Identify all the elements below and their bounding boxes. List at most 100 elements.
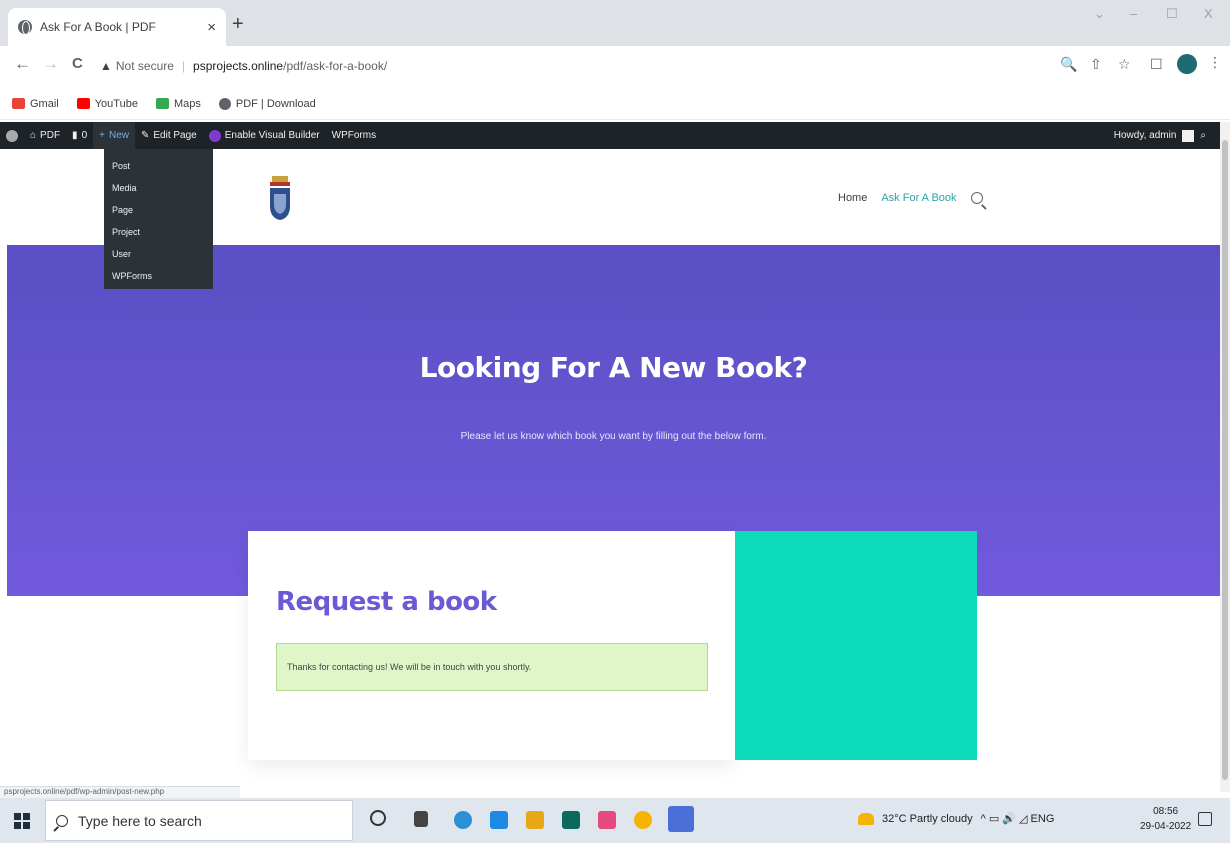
wp-admin-bar: ⌂ PDF ▮ 0 + New ✎ Edit Page Enable Visua… (0, 122, 1230, 149)
edge-icon[interactable] (454, 811, 472, 829)
bookmark-star-icon[interactable]: ☆ (1118, 56, 1131, 73)
browser-tab[interactable]: Ask For A Book | PDF × (8, 8, 226, 46)
new-tab-button[interactable]: + (232, 14, 244, 34)
clock-date: 29-04-2022 (1140, 821, 1192, 832)
bookmark-label: Maps (173, 97, 201, 110)
task-view-icon[interactable] (414, 811, 428, 827)
windows-start-icon[interactable] (14, 813, 30, 829)
comment-icon: ▮ (72, 130, 78, 141)
side-panel-icon[interactable]: ☐ (1150, 56, 1163, 73)
site-logo[interactable] (266, 174, 294, 222)
wpforms-label: WPForms (331, 130, 377, 141)
search-icon[interactable]: ⌕ (1200, 130, 1206, 141)
new-label: New (108, 130, 129, 141)
new-post-item[interactable]: Post (104, 155, 213, 177)
menu-icon[interactable]: ⋮ (1208, 54, 1222, 71)
visual-builder-label: Enable Visual Builder (224, 130, 320, 141)
new-content-menu[interactable]: + New (93, 122, 135, 149)
tab-close-icon[interactable]: × (207, 19, 216, 36)
plus-icon: + (99, 130, 105, 141)
new-page-item[interactable]: Page (104, 199, 213, 221)
clock-time: 08:56 (1153, 806, 1179, 817)
store-icon[interactable] (562, 811, 580, 829)
weather-icon[interactable] (858, 812, 874, 825)
wordpress-icon (6, 129, 18, 142)
my-account-menu[interactable]: Howdy, admin ⌕ (1114, 122, 1206, 149)
maps-icon (155, 98, 169, 109)
hero-title: Looking For A New Book? (419, 351, 808, 384)
tray-icons[interactable]: ^ ▭ 🔊 ◿ ENG (981, 812, 1055, 825)
site-nav: Home Ask For A Book (838, 192, 983, 204)
reload-button[interactable]: C (72, 54, 83, 74)
form-success-message: Thanks for contacting us! We will be in … (276, 643, 708, 691)
howdy-label: Howdy, admin (1113, 130, 1177, 141)
wpforms-menu[interactable]: WPForms (326, 122, 382, 149)
photos-icon[interactable] (598, 811, 616, 829)
bookmark-gmail[interactable]: Gmail (12, 98, 59, 110)
minimize-button[interactable]: – (1130, 6, 1137, 21)
search-icon (56, 814, 68, 827)
forward-button[interactable]: → (42, 54, 59, 74)
taskbar-clock[interactable]: 08:56 29-04-2022 (1140, 804, 1191, 834)
visual-builder-link[interactable]: Enable Visual Builder (203, 122, 326, 149)
bookmark-pdf-download[interactable]: PDF | Download (218, 97, 316, 110)
mail-icon[interactable] (490, 811, 508, 829)
nav-home-link[interactable]: Home (838, 192, 867, 204)
warning-icon: ▲ (100, 59, 112, 73)
taskbar-search-box[interactable]: Type here to search (45, 800, 353, 841)
bookmark-label: PDF | Download (235, 97, 316, 110)
wp-logo-menu[interactable] (0, 122, 24, 149)
back-button[interactable]: ← (14, 54, 31, 74)
system-tray: 32°C Partly cloudy ^ ▭ 🔊 ◿ ENG (858, 812, 1054, 825)
search-icon[interactable] (970, 192, 983, 204)
new-content-dropdown: Post Media Page Project User WPForms (104, 149, 213, 289)
success-text: Thanks for contacting us! We will be in … (287, 662, 532, 672)
edit-page-label: Edit Page (153, 130, 197, 141)
new-project-item[interactable]: Project (104, 221, 213, 243)
notification-icon[interactable] (1198, 812, 1212, 826)
url-path: /pdf/ask-for-a-book/ (283, 59, 388, 73)
site-name-menu[interactable]: ⌂ PDF (24, 122, 66, 149)
profile-avatar[interactable] (1177, 54, 1197, 74)
edit-page-link[interactable]: ✎ Edit Page (135, 122, 203, 149)
tab-title: Ask For A Book | PDF (40, 20, 156, 34)
new-media-item[interactable]: Media (104, 177, 213, 199)
app-active-icon[interactable] (668, 806, 694, 832)
comments-count: 0 (81, 130, 88, 141)
tab-search-chevron-icon[interactable]: ⌄ (1094, 6, 1105, 22)
url-separator: | (181, 59, 186, 73)
weather-text[interactable]: 32°C Partly cloudy (882, 813, 973, 825)
file-explorer-icon[interactable] (526, 811, 544, 829)
cortana-icon[interactable] (370, 810, 386, 826)
chrome-icon[interactable] (634, 811, 652, 829)
gmail-icon (12, 98, 25, 109)
taskbar-search-placeholder: Type here to search (78, 812, 202, 829)
site-name: PDF (40, 130, 61, 141)
close-window-button[interactable]: X (1204, 6, 1213, 21)
bookmark-youtube[interactable]: YouTube (76, 97, 138, 110)
divi-icon (208, 129, 221, 142)
status-url: psprojects.online/pdf/wp-admin/post-new.… (0, 786, 240, 798)
maximize-button[interactable]: ☐ (1166, 6, 1178, 22)
home-icon: ⌂ (30, 130, 37, 141)
zoom-icon[interactable]: 🔍 (1060, 56, 1077, 73)
bookmark-maps[interactable]: Maps (155, 97, 201, 110)
nav-ask-for-a-book-link[interactable]: Ask For A Book (881, 192, 956, 204)
bookmark-label: YouTube (94, 97, 138, 110)
new-user-item[interactable]: User (104, 243, 213, 265)
bookmarks-bar: Gmail YouTube Maps PDF | Download (0, 88, 1230, 120)
not-secure-label[interactable]: Not secure (116, 59, 174, 73)
scrollbar-thumb[interactable] (1222, 140, 1228, 780)
browser-tab-bar: Ask For A Book | PDF × + ⌄ – ☐ X (0, 0, 1230, 46)
hero-subtitle: Please let us know which book you want b… (460, 431, 767, 442)
new-wpforms-item[interactable]: WPForms (104, 265, 213, 287)
decorative-panel (735, 531, 977, 760)
youtube-icon (76, 98, 90, 109)
pencil-icon: ✎ (140, 130, 150, 141)
request-form-card: Request a book Thanks for contacting us!… (248, 531, 735, 760)
share-icon[interactable]: ⇧ (1090, 56, 1102, 73)
globe-icon (18, 20, 32, 35)
comments-menu[interactable]: ▮ 0 (66, 122, 93, 149)
globe-icon (218, 97, 231, 110)
address-bar[interactable]: ▲ Not secure | psprojects.online /pdf/as… (100, 53, 700, 79)
